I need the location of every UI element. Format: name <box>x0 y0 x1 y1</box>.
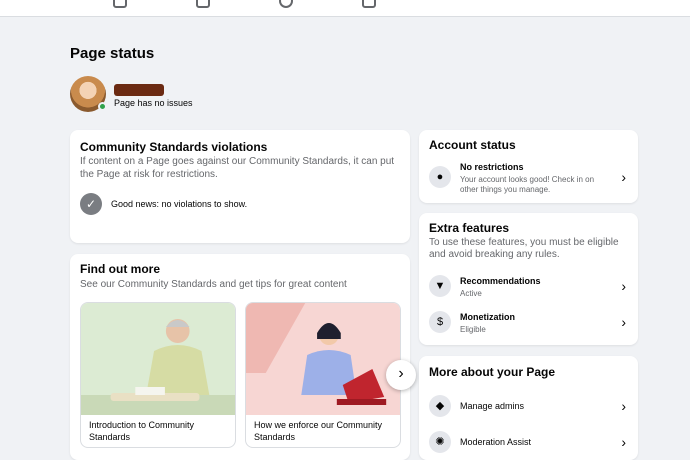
find-out-title: Find out more <box>80 262 160 276</box>
page-title: Page status <box>70 45 155 62</box>
good-news-text: Good news: no violations to show. <box>111 199 248 209</box>
chevron-right-icon: › <box>621 169 626 185</box>
carousel-next-button[interactable]: › <box>386 360 416 390</box>
recommendations-status: Active <box>460 289 482 298</box>
more-about-title: More about your Page <box>429 365 556 379</box>
community-standards-card: Community Standards violations If conten… <box>70 130 410 243</box>
no-restrictions-title: No restrictions <box>460 162 524 172</box>
check-icon: ✓ <box>80 193 102 215</box>
groups-icon[interactable] <box>279 0 293 8</box>
chevron-right-icon: › <box>398 365 404 382</box>
find-out-subtitle: See our Community Standards and get tips… <box>80 279 347 290</box>
chevron-right-icon: › <box>621 434 626 450</box>
account-status-card: Account status ● No restrictions Your ac… <box>419 130 638 203</box>
article-card-introduction[interactable]: Introduction to Community Standards <box>80 302 236 448</box>
article-caption: Introduction to Community Standards <box>89 420 195 442</box>
article-caption: How we enforce our Community Standards <box>254 420 383 442</box>
thumbs-up-badge-icon: ▼ <box>429 275 451 297</box>
monetization-status: Eligible <box>460 325 486 334</box>
online-indicator <box>98 102 107 111</box>
video-icon[interactable] <box>196 0 210 8</box>
recommendations-title: Recommendations <box>460 276 541 286</box>
gear-icon: ✺ <box>429 431 451 453</box>
shield-icon: ◆ <box>429 395 451 417</box>
top-nav-bar <box>0 0 690 17</box>
extra-features-title: Extra features <box>429 221 510 235</box>
moderation-assist-label: Moderation Assist <box>460 437 532 447</box>
no-restrictions-subtitle: Your account looks good! Check in on oth… <box>460 175 595 194</box>
redacted-page-name <box>114 84 164 96</box>
extra-features-card: Extra features To use these features, yo… <box>419 213 638 345</box>
user-circle-icon: ● <box>429 166 451 188</box>
illustration-woman-laptop <box>246 303 400 415</box>
illustration-man-reading <box>81 303 235 415</box>
more-about-page-card: More about your Page ◆ Manage admins › ✺… <box>419 356 638 460</box>
monetization-title: Monetization <box>460 312 515 322</box>
account-status-title: Account status <box>429 138 516 152</box>
gaming-icon[interactable] <box>362 0 376 8</box>
avatar[interactable] <box>70 76 107 112</box>
find-out-more-card: Find out more See our Community Standard… <box>70 254 416 460</box>
manage-admins-label: Manage admins <box>460 401 525 411</box>
page-status-text: Page has no issues <box>114 98 193 108</box>
chevron-right-icon: › <box>621 278 626 294</box>
csv-title: Community Standards violations <box>80 140 268 154</box>
csv-description: If content on a Page goes against our Co… <box>80 156 395 180</box>
chevron-right-icon: › <box>621 398 626 414</box>
chevron-right-icon: › <box>621 314 626 330</box>
extra-features-subtitle: To use these features, you must be eligi… <box>429 237 619 260</box>
money-icon: $ <box>429 311 451 333</box>
home-icon[interactable] <box>113 0 127 8</box>
article-card-enforcement[interactable]: How we enforce our Community Standards <box>245 302 401 448</box>
